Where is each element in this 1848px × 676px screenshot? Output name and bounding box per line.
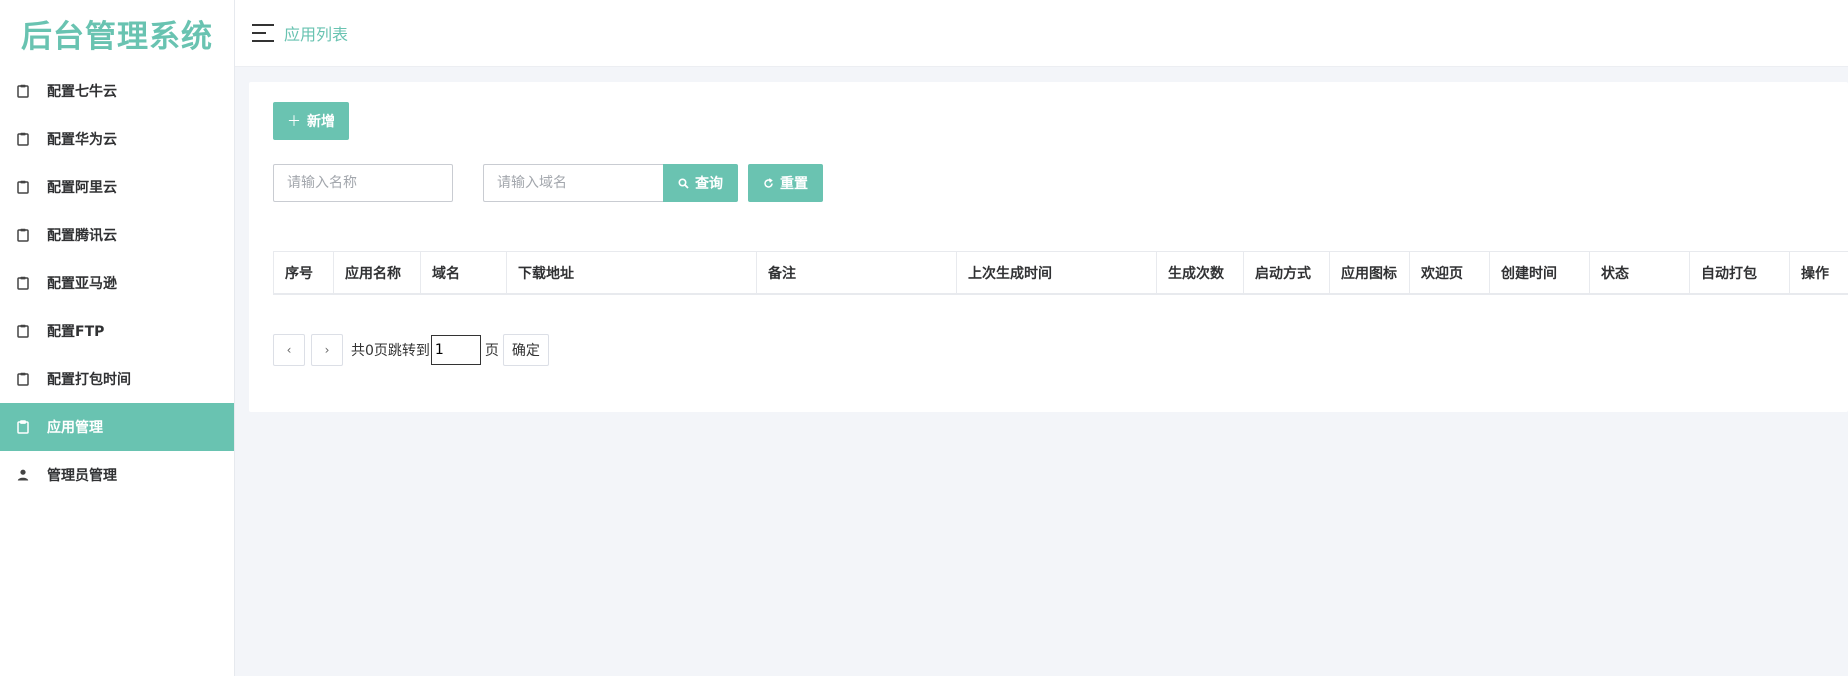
column-header[interactable]: 域名: [421, 252, 507, 293]
sidebar-item-label: 配置华为云: [47, 132, 117, 148]
column-header[interactable]: 序号: [274, 252, 334, 293]
sidebar-item-label: 管理员管理: [47, 468, 117, 484]
page-jump-input[interactable]: [430, 335, 481, 365]
app-table-header: 序号 应用名称 域名 下载地址 备注 上次生成时间 生成次数 启动方式 应用图标…: [273, 251, 1848, 295]
main-card: ＋ 新增 查询 重置 序号 应用名称 域名 下载地址 备注 上次生成时间 生成次…: [249, 82, 1848, 412]
page-confirm-button[interactable]: 确定: [502, 334, 549, 366]
column-header[interactable]: 操作: [1790, 252, 1848, 293]
sidebar-item-label: 配置打包时间: [47, 372, 131, 388]
clipboard-icon: [16, 275, 30, 291]
sidebar-item-huawei[interactable]: 配置华为云: [0, 115, 234, 163]
user-icon: [16, 467, 30, 483]
prev-page-button[interactable]: ‹: [273, 334, 305, 366]
column-header[interactable]: 下载地址: [507, 252, 757, 293]
sidebar-item-label: 配置腾讯云: [47, 228, 117, 244]
sidebar-item-label: 配置七牛云: [47, 84, 117, 100]
clipboard-icon: [16, 131, 30, 147]
column-header[interactable]: 上次生成时间: [957, 252, 1157, 293]
column-header[interactable]: 欢迎页: [1410, 252, 1490, 293]
sidebar-item-aliyun[interactable]: 配置阿里云: [0, 163, 234, 211]
clipboard-icon: [16, 179, 30, 195]
search-button-label: 查询: [695, 176, 723, 192]
sidebar-item-qiniu[interactable]: 配置七牛云: [0, 67, 234, 115]
top-bar: 应用列表: [235, 0, 1848, 67]
sidebar-item-tencent[interactable]: 配置腾讯云: [0, 211, 234, 259]
menu-toggle-icon[interactable]: [252, 24, 274, 42]
plus-icon: ＋: [287, 114, 301, 130]
name-search-input[interactable]: [273, 164, 453, 202]
column-header[interactable]: 状态: [1590, 252, 1690, 293]
reset-button[interactable]: 重置: [748, 164, 823, 202]
add-button-label: 新增: [307, 114, 335, 130]
reset-button-label: 重置: [780, 176, 808, 192]
clipboard-icon: [16, 83, 30, 99]
clipboard-icon: [16, 323, 30, 339]
sidebar-item-app-management[interactable]: 应用管理: [0, 403, 234, 451]
clipboard-icon: [16, 419, 30, 435]
sidebar-item-label: 配置FTP: [47, 324, 105, 340]
column-header[interactable]: 自动打包: [1690, 252, 1790, 293]
column-header[interactable]: 启动方式: [1244, 252, 1330, 293]
refresh-icon: [763, 177, 774, 189]
sidebar-item-pack-time[interactable]: 配置打包时间: [0, 355, 234, 403]
sidebar-menu: 配置七牛云 配置华为云 配置阿里云 配置腾讯云 配置亚马逊 配置FTP 配置打包…: [0, 67, 234, 499]
domain-search-input[interactable]: [483, 164, 663, 202]
clipboard-icon: [16, 371, 30, 387]
search-button[interactable]: 查询: [663, 164, 738, 202]
column-header[interactable]: 备注: [757, 252, 957, 293]
app-logo-title: 后台管理系统: [21, 19, 213, 55]
search-icon: [678, 177, 689, 189]
next-page-button[interactable]: ›: [311, 334, 343, 366]
column-header[interactable]: 应用名称: [334, 252, 421, 293]
column-header[interactable]: 创建时间: [1490, 252, 1590, 293]
column-header[interactable]: 应用图标: [1330, 252, 1410, 293]
breadcrumb[interactable]: 应用列表: [284, 21, 348, 45]
add-button[interactable]: ＋ 新增: [273, 102, 349, 140]
sidebar-item-label: 应用管理: [47, 420, 103, 436]
column-header[interactable]: 生成次数: [1157, 252, 1244, 293]
page-summary: 共0页跳转到: [351, 343, 430, 359]
sidebar-item-label: 配置亚马逊: [47, 276, 117, 292]
sidebar-item-ftp[interactable]: 配置FTP: [0, 307, 234, 355]
sidebar-item-admin-management[interactable]: 管理员管理: [0, 451, 234, 499]
page-unit-label: 页: [484, 343, 499, 359]
pagination: ‹ › 共0页跳转到 页 确定: [273, 334, 549, 366]
sidebar-item-label: 配置阿里云: [47, 180, 117, 196]
sidebar: 后台管理系统 配置七牛云 配置华为云 配置阿里云 配置腾讯云 配置亚马逊 配置F…: [0, 0, 235, 676]
sidebar-item-amazon[interactable]: 配置亚马逊: [0, 259, 234, 307]
clipboard-icon: [16, 227, 30, 243]
